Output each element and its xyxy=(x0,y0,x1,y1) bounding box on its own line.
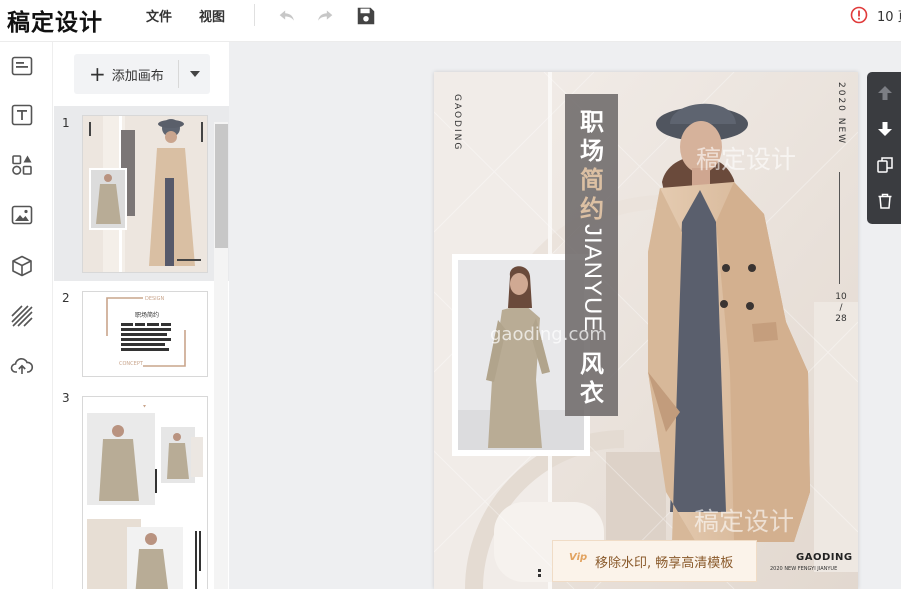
title-line-3: 风衣 xyxy=(580,350,604,407)
watermark-text: 稿定设计 xyxy=(694,507,795,536)
thumbnail-preview: DESIGN CONCEPT 职场简约 xyxy=(83,292,207,376)
top-bar: 稿定设计 文件 视图 10 頁 xyxy=(0,0,901,42)
app-logo[interactable]: 稿定设计 xyxy=(7,3,103,37)
thumb-design-text: DESIGN xyxy=(145,296,165,302)
page-thumb-row[interactable]: 1 xyxy=(54,106,229,281)
plus-icon: + xyxy=(89,62,106,86)
decor-dot xyxy=(538,569,541,572)
page-thumbnail[interactable]: DESIGN CONCEPT 职场简约 xyxy=(82,291,208,377)
upload-cloud-icon[interactable] xyxy=(10,354,34,378)
date-block[interactable]: 10 / 28 xyxy=(835,292,847,325)
date-bottom: 28 xyxy=(835,314,847,324)
save-icon[interactable] xyxy=(355,5,377,27)
undo-icon[interactable] xyxy=(276,5,298,27)
footer-subtitle[interactable]: 2020 NEW FENGYI JIANYUE xyxy=(770,566,837,572)
vip-icon: Vip xyxy=(569,552,588,563)
elements-icon[interactable] xyxy=(10,153,34,177)
watermark-text: 稿定设计 xyxy=(696,145,797,174)
decor-dot xyxy=(538,574,541,577)
add-canvas-button[interactable]: + 添加画布 xyxy=(74,54,210,94)
menu-view[interactable]: 视图 xyxy=(199,6,225,25)
add-canvas-label: 添加画布 xyxy=(111,68,164,84)
title-line-1: 职场 xyxy=(580,108,604,165)
copy-icon[interactable] xyxy=(876,156,894,174)
template-icon[interactable] xyxy=(10,54,34,78)
vip-badge-text: 移除水印, 畅享高清模板 xyxy=(595,556,734,571)
title-box[interactable]: 职场 简约 JIANYUE 风衣 xyxy=(565,94,618,416)
thumb-heading-text: 职场简约 xyxy=(135,311,159,319)
page-number: 1 xyxy=(62,116,70,130)
thumb-concept-text: CONCEPT xyxy=(119,361,144,367)
watermark-url-text: gaoding.com xyxy=(490,324,607,345)
warning-icon[interactable] xyxy=(850,6,868,24)
page-thumbnail[interactable] xyxy=(82,115,208,273)
date-top: 10 xyxy=(835,292,847,302)
design-canvas[interactable]: GAODING 2020 NEW 10 / 28 职场 简约 JIANYUE 风… xyxy=(434,72,858,589)
add-canvas-divider xyxy=(178,60,179,88)
footer-brand[interactable]: GAODING xyxy=(796,552,853,563)
panel-scrollbar-thumb[interactable] xyxy=(215,124,228,248)
move-down-icon[interactable] xyxy=(876,120,894,138)
page-number: 3 xyxy=(62,391,70,405)
page-number: 2 xyxy=(62,291,70,305)
menu-file[interactable]: 文件 xyxy=(146,6,172,25)
vertical-divider-line xyxy=(839,172,840,284)
image-icon[interactable] xyxy=(10,203,34,227)
thumbnail-preview xyxy=(83,397,207,589)
page-count-text: 10 頁 xyxy=(877,10,901,25)
brand-vertical-text[interactable]: GAODING xyxy=(452,94,462,151)
year-vertical-text[interactable]: 2020 NEW xyxy=(836,82,846,145)
3d-box-icon[interactable] xyxy=(10,254,34,278)
add-canvas-main[interactable]: + 添加画布 xyxy=(74,54,178,94)
page-thumb-row[interactable]: 2 DESIGN CONCEPT 职场简约 xyxy=(54,281,229,381)
page-thumb-row[interactable]: 3 xyxy=(54,381,229,589)
page-thumbnail[interactable] xyxy=(82,396,208,589)
left-toolbar xyxy=(0,42,53,589)
toolbar-divider xyxy=(254,4,255,26)
title-pinyin: JIANYUE xyxy=(579,224,606,333)
text-icon[interactable] xyxy=(10,103,34,127)
title-line-2: 简约 xyxy=(580,166,604,223)
chevron-down-icon[interactable] xyxy=(190,71,200,77)
move-up-icon[interactable] xyxy=(876,84,894,102)
redo-icon[interactable] xyxy=(314,5,336,27)
thumbnail-preview xyxy=(83,116,207,272)
date-separator: / xyxy=(839,303,843,313)
delete-icon[interactable] xyxy=(876,192,894,210)
vip-remove-watermark-badge[interactable]: Vip 移除水印, 畅享高清模板 xyxy=(552,540,757,582)
page-action-toolbar xyxy=(867,72,901,224)
page-panel: + 添加画布 1 2 DESIGN CONCEPT 职场简约 3 xyxy=(54,42,229,589)
background-pattern-icon[interactable] xyxy=(10,304,34,328)
